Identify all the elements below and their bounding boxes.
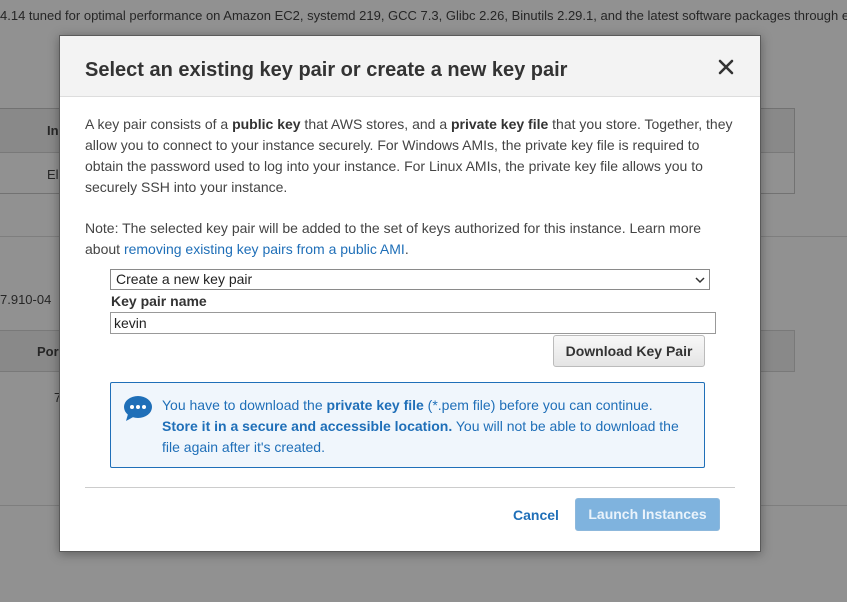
description-text: A key pair consists of a [85, 116, 233, 132]
key-pair-dialog: Select an existing key pair or create a … [59, 35, 761, 552]
public-key-emphasis: public key [232, 116, 301, 132]
key-pair-name-label: Key pair name [111, 293, 207, 309]
download-info-text: You have to download the private key fil… [162, 395, 700, 458]
removing-key-pairs-link[interactable]: removing existing key pairs from a publi… [124, 241, 405, 257]
note-text: Note: The selected key pair will be adde… [85, 218, 735, 260]
launch-instances-button[interactable]: Launch Instances [575, 498, 720, 531]
note-end: . [404, 241, 409, 257]
key-pair-name-input[interactable]: kevin [110, 312, 716, 334]
key-pair-option-select[interactable]: Create a new key pair [110, 269, 710, 290]
info-text-part: You have to download the [162, 397, 327, 413]
info-store-emphasis: Store it in a secure and accessible loca… [162, 418, 453, 434]
private-key-emphasis: private key file [451, 116, 549, 132]
info-text-part: (*.pem file) before you can continue. [423, 397, 653, 413]
key-pair-description: A key pair consists of a public key that… [85, 114, 735, 198]
chevron-down-icon [695, 277, 705, 284]
dialog-header: Select an existing key pair or create a … [60, 36, 760, 97]
footer-divider [85, 487, 735, 488]
chat-bubble-icon [124, 396, 152, 421]
cancel-button[interactable]: Cancel [513, 507, 559, 523]
info-private-key-emphasis: private key file [326, 397, 424, 413]
dialog-title: Select an existing key pair or create a … [85, 59, 568, 81]
select-value: Create a new key pair [116, 271, 253, 287]
close-icon[interactable] [718, 59, 734, 75]
download-info-box: You have to download the private key fil… [110, 382, 705, 468]
download-key-pair-button[interactable]: Download Key Pair [553, 335, 705, 367]
description-text: that AWS stores, and a [300, 116, 451, 132]
